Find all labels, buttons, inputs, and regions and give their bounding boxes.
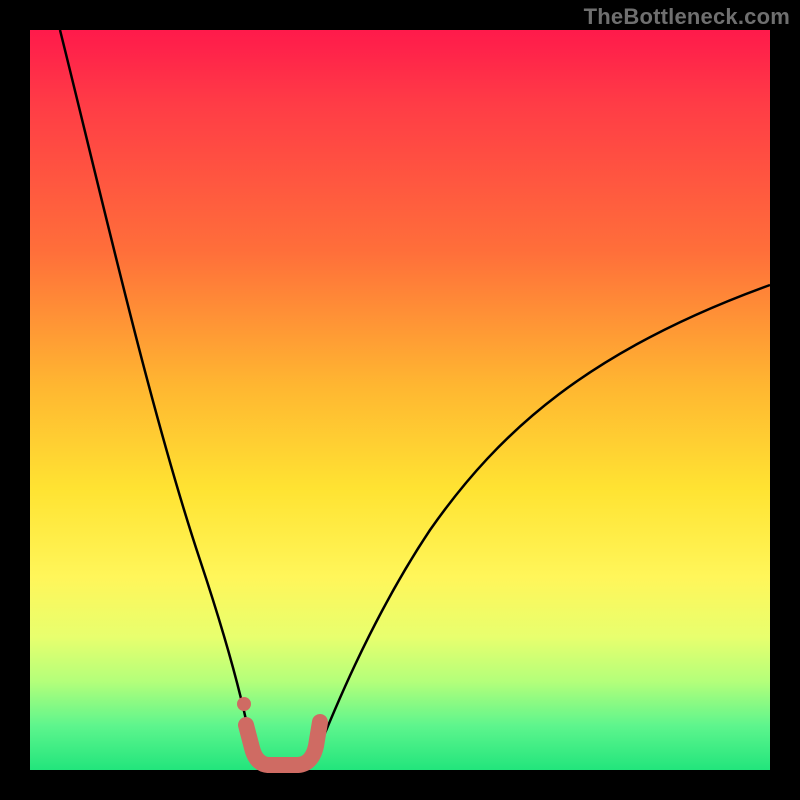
chart-frame: TheBottleneck.com — [0, 0, 800, 800]
highlight-segment — [246, 722, 320, 765]
highlight-dot — [237, 697, 251, 711]
right-curve — [312, 285, 770, 765]
curve-overlay — [30, 30, 770, 770]
left-curve — [60, 30, 258, 765]
watermark-text: TheBottleneck.com — [584, 4, 790, 30]
